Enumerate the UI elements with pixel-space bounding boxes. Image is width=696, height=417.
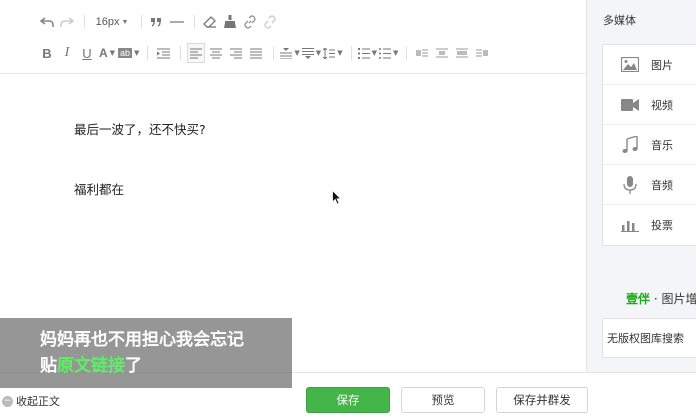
media-item-label: 投票 xyxy=(651,219,673,232)
collapse-label: 收起正文 xyxy=(16,395,60,408)
caption-highlight: 原文链接 xyxy=(57,356,125,376)
underline-button[interactable]: U xyxy=(78,43,96,63)
stock-image-search-button[interactable]: 无版权图库搜索 xyxy=(602,318,696,358)
toolbar-row-1: 16px ▼ xyxy=(38,11,281,33)
align-center-icon[interactable] xyxy=(207,43,225,63)
poll-icon xyxy=(619,216,641,234)
justify-icon[interactable] xyxy=(247,43,265,63)
chevron-down-icon: ▼ xyxy=(315,49,322,57)
media-item-label: 音乐 xyxy=(651,138,673,152)
media-item-poll[interactable]: 投票 xyxy=(603,205,696,245)
chevron-down-icon: ▼ xyxy=(337,49,343,57)
video-icon xyxy=(619,96,641,114)
background-color-icon: ab xyxy=(118,48,133,58)
editor-content[interactable]: 最后一波了，还不快买? 福利都在 xyxy=(74,120,206,200)
paragraph[interactable]: 福利都在 xyxy=(74,180,206,200)
collapse-icon: − xyxy=(2,395,13,407)
quote-icon[interactable] xyxy=(148,12,166,32)
microphone-icon xyxy=(619,175,641,194)
format-brush-icon[interactable] xyxy=(221,12,239,32)
bold-button[interactable]: B xyxy=(38,43,56,63)
font-size-select[interactable]: 16px ▼ xyxy=(91,12,133,32)
mouse-cursor-icon xyxy=(332,189,342,209)
media-item-image[interactable]: 图片 xyxy=(603,45,696,85)
save-button[interactable]: 保存 xyxy=(306,387,390,413)
preview-button[interactable]: 预览 xyxy=(401,387,485,413)
background-color-button[interactable]: ab ▼ xyxy=(118,43,139,63)
media-item-label: 图片 xyxy=(651,58,673,72)
media-item-video[interactable]: 视频 xyxy=(603,85,696,125)
chevron-down-icon: ▼ xyxy=(371,49,377,57)
media-list: 图片 视频 音乐 音频 投票 xyxy=(602,44,696,246)
chevron-down-icon: ▼ xyxy=(392,49,399,57)
float-right-icon[interactable] xyxy=(473,43,491,63)
font-size-value: 16px xyxy=(95,16,120,28)
caption-text: 了 xyxy=(125,356,142,376)
paragraph[interactable]: 最后一波了，还不快买? xyxy=(74,120,206,140)
align-right-icon[interactable] xyxy=(227,43,245,63)
toolbar-divider xyxy=(180,46,182,60)
undo-icon[interactable] xyxy=(38,12,56,32)
toolbar-divider xyxy=(141,15,142,29)
toolbar-divider xyxy=(273,46,275,60)
line-spacing-after-icon[interactable]: ▼ xyxy=(301,43,322,63)
chevron-down-icon: ▼ xyxy=(121,18,129,26)
brand-dot: · xyxy=(653,292,658,306)
italic-button[interactable]: I xyxy=(58,43,76,63)
brand-name: 壹伴 xyxy=(626,292,651,306)
indent-icon[interactable] xyxy=(154,43,172,63)
font-color-button[interactable]: A ▼ xyxy=(98,43,116,63)
line-height-icon[interactable]: ▼ xyxy=(323,43,343,63)
plugin-brand[interactable]: 壹伴 · 图片增 xyxy=(626,290,696,307)
float-none-icon[interactable] xyxy=(433,43,451,63)
music-icon xyxy=(619,135,641,154)
save-and-send-button[interactable]: 保存并群发 xyxy=(496,387,588,413)
toolbar-row-2: B I U A ▼ ab ▼ ▼ ▼ ▼ ▼ ▼ xyxy=(38,42,493,64)
horizontal-rule-icon[interactable] xyxy=(168,12,186,32)
image-icon xyxy=(619,56,641,74)
toolbar-divider xyxy=(350,46,352,60)
caption-line-1: 妈妈再也不用担心我会忘记 xyxy=(40,330,244,350)
float-left-icon[interactable] xyxy=(413,43,431,63)
chevron-down-icon: ▼ xyxy=(109,49,116,57)
media-item-music[interactable]: 音乐 xyxy=(603,125,696,165)
media-item-label: 视频 xyxy=(651,98,673,112)
chevron-down-icon: ▼ xyxy=(134,49,140,57)
unlink-icon[interactable] xyxy=(261,12,279,32)
editor-panel: 16px ▼ B I U A ▼ ab ▼ ▼ ▼ ▼ ▼ ▼ 最后一波了，还不… xyxy=(0,0,587,372)
toolbar-divider xyxy=(194,15,195,29)
unordered-list-icon[interactable]: ▼ xyxy=(378,43,399,63)
redo-icon[interactable] xyxy=(58,12,76,32)
media-item-audio[interactable]: 音频 xyxy=(603,165,696,205)
toolbar-divider xyxy=(84,15,85,29)
chevron-down-icon: ▼ xyxy=(294,49,300,57)
clear-format-icon[interactable] xyxy=(201,12,219,32)
toolbar-divider xyxy=(406,46,408,60)
collapse-body-button[interactable]: − 收起正文 xyxy=(2,393,60,409)
line-spacing-before-icon[interactable]: ▼ xyxy=(280,43,300,63)
float-center-icon[interactable] xyxy=(453,43,471,63)
video-caption-overlay: 妈妈再也不用担心我会忘记 贴原文链接了 xyxy=(0,318,292,388)
sidebar-title: 多媒体 xyxy=(603,14,636,27)
caption-line-2: 贴原文链接了 xyxy=(40,353,292,379)
media-sidebar: 多媒体 图片 视频 音乐 音频 投票 壹伴 · 图片增 无版权图库搜索 xyxy=(588,0,696,372)
toolbar-divider xyxy=(147,46,149,60)
align-left-icon[interactable] xyxy=(187,43,206,63)
ordered-list-icon[interactable]: ▼ xyxy=(357,43,377,63)
editor-toolbar: 16px ▼ B I U A ▼ ab ▼ ▼ ▼ ▼ ▼ ▼ xyxy=(0,0,586,74)
caption-text: 贴 xyxy=(40,356,57,376)
media-item-label: 音频 xyxy=(651,178,673,192)
brand-feature: 图片增 xyxy=(661,292,696,306)
link-icon[interactable] xyxy=(241,12,259,32)
font-color-icon: A xyxy=(98,46,108,60)
